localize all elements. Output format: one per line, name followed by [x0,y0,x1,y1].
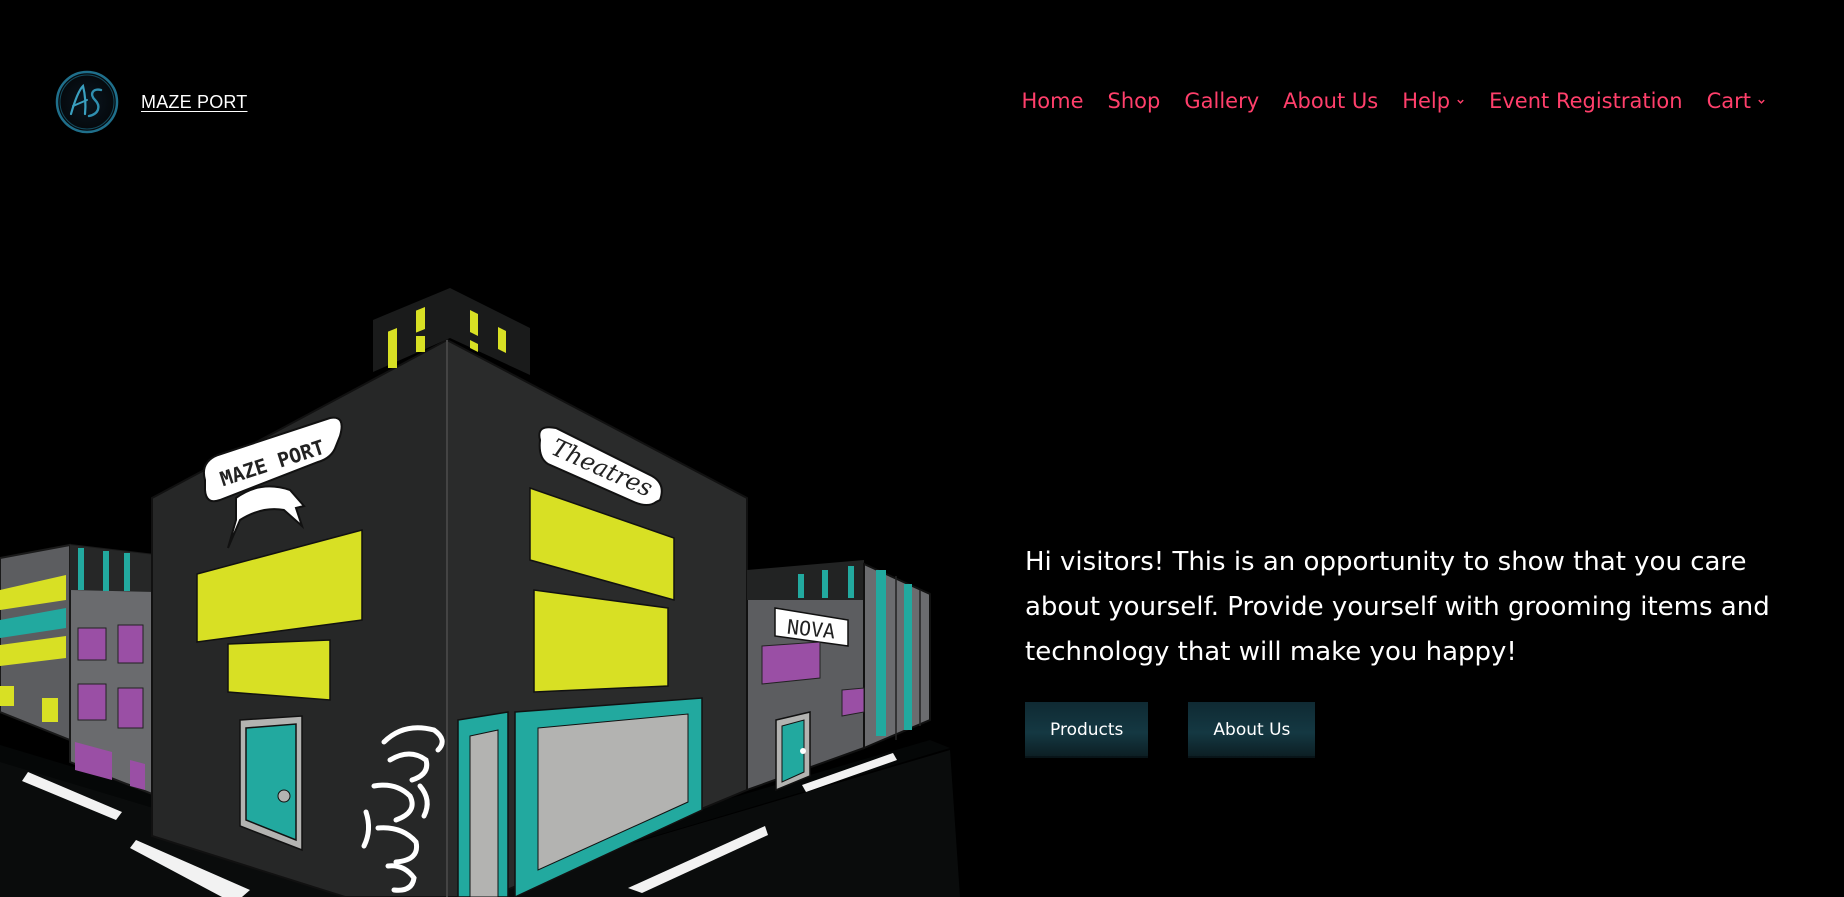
main-nav: Home Shop Gallery About Us Help Event Re… [1022,89,1767,113]
storefront-window [469,729,499,897]
nav-shop-label[interactable]: Shop [1108,89,1161,113]
nav-event-registration[interactable]: Event Registration [1489,89,1682,113]
window [77,627,107,661]
window [77,683,107,721]
nav-home-label[interactable]: Home [1022,89,1084,113]
window [103,551,109,591]
nav-cart[interactable]: Cart [1707,89,1766,113]
logo-link[interactable]: MAZE PORT [55,70,247,134]
page: MAZE PORT Home Shop Gallery About Us Hel… [0,0,1844,897]
nav-shop[interactable]: Shop [1108,89,1161,113]
nav-gallery-label[interactable]: Gallery [1184,89,1259,113]
billboard-panel [227,639,331,701]
nav-event-registration-label[interactable]: Event Registration [1489,89,1682,113]
window [761,641,821,685]
chevron-down-icon[interactable] [1456,97,1465,106]
nav-about-us[interactable]: About Us [1283,89,1378,113]
hero-section: Hi visitors! This is an opportunity to s… [1025,540,1785,758]
city-building-illustration: MAZE PORT Theatres NOVA [0,288,960,897]
window [0,686,14,706]
door [245,723,297,842]
window [117,687,144,729]
window [42,698,58,722]
about-us-button[interactable]: About Us [1188,702,1316,758]
nav-about-us-label[interactable]: About Us [1283,89,1378,113]
logo-icon [55,70,119,134]
window [124,553,130,591]
products-button[interactable]: Products [1025,702,1149,758]
site-header: MAZE PORT Home Shop Gallery About Us Hel… [0,0,1844,160]
window [117,624,144,664]
window [130,760,145,790]
nav-cart-label[interactable]: Cart [1707,89,1751,113]
window [841,687,865,717]
hero-text: Hi visitors! This is an opportunity to s… [1025,547,1770,667]
nav-gallery[interactable]: Gallery [1184,89,1259,113]
chevron-down-icon[interactable] [1757,97,1766,106]
nova-sign-text: NOVA [786,615,836,644]
window [78,548,84,590]
nav-help[interactable]: Help [1402,89,1465,113]
site-title[interactable]: MAZE PORT [141,92,247,113]
hero-buttons: Products About Us [1025,702,1785,758]
nav-home[interactable]: Home [1022,89,1084,113]
billboard-panel [533,589,669,693]
nav-help-label[interactable]: Help [1402,89,1450,113]
right-building-top [747,560,864,600]
